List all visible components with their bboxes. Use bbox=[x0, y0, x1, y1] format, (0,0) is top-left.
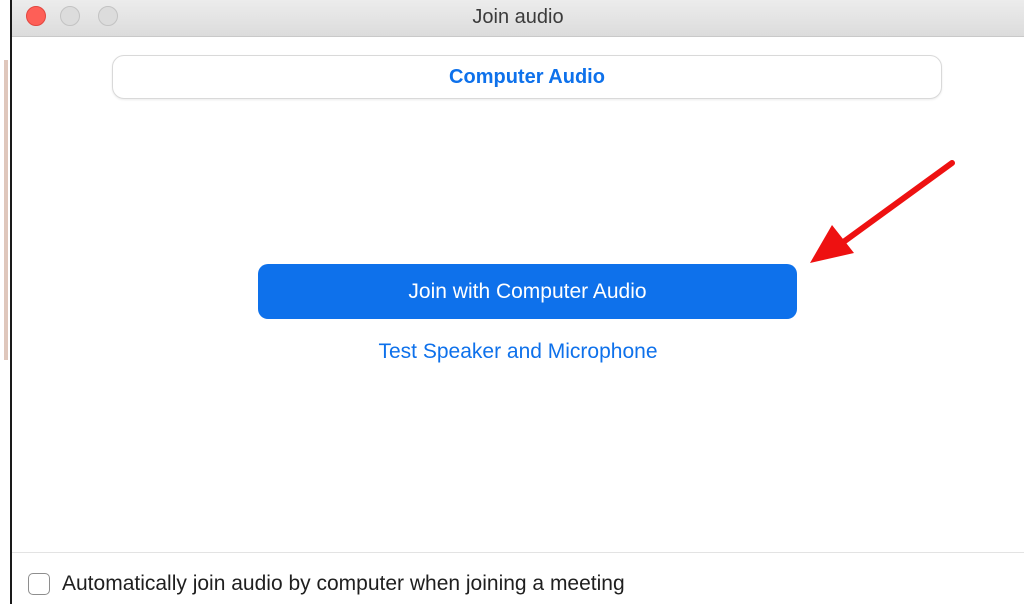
join-audio-window: Join audio Computer Audio Join with Comp… bbox=[10, 0, 1024, 604]
red-arrow-annotation bbox=[810, 160, 955, 263]
auto-join-audio-label[interactable]: Automatically join audio by computer whe… bbox=[62, 572, 625, 596]
title-bar: Join audio bbox=[12, 0, 1024, 37]
footer-divider bbox=[12, 552, 1024, 553]
audio-tab-bar: Computer Audio bbox=[112, 55, 942, 99]
test-speaker-and-microphone-link: Test Speaker and Microphone bbox=[12, 340, 1024, 364]
auto-join-audio-checkbox[interactable] bbox=[28, 573, 50, 595]
window-title: Join audio bbox=[472, 6, 564, 28]
arrow-shaft bbox=[839, 160, 955, 246]
join-with-computer-audio-button[interactable]: Join with Computer Audio bbox=[258, 264, 797, 319]
arrow-head bbox=[810, 225, 854, 263]
tab-computer-audio[interactable]: Computer Audio bbox=[449, 66, 605, 89]
test-speaker-and-microphone-label[interactable]: Test Speaker and Microphone bbox=[379, 340, 658, 363]
background-edge bbox=[4, 60, 8, 360]
background-strip bbox=[0, 0, 10, 604]
